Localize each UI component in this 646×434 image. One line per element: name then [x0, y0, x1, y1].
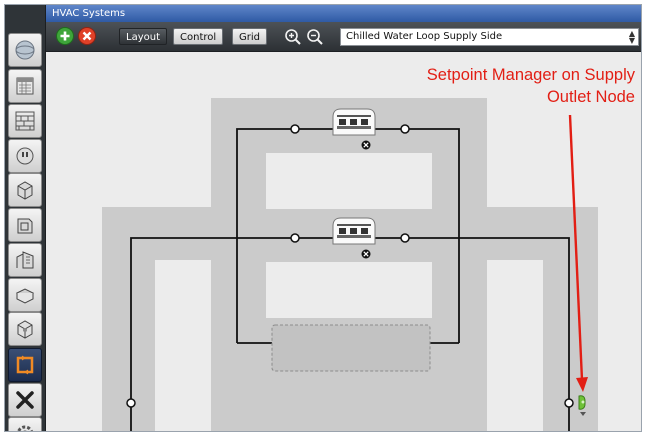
- sidebar-item-loads[interactable]: [8, 139, 42, 173]
- remove-x-icon[interactable]: [361, 249, 371, 259]
- box-icon: [15, 288, 35, 304]
- sidebar-item-hvac-systems[interactable]: [8, 348, 42, 382]
- sidebar-item-constructions[interactable]: [8, 104, 42, 138]
- supply-outlet-node[interactable]: [564, 398, 574, 408]
- annotation-line-2: Outlet Node: [546, 88, 635, 106]
- window-title: HVAC Systems: [46, 5, 641, 22]
- building-icon: [16, 251, 34, 269]
- plus-icon: [56, 27, 74, 45]
- sidebar-item-building-summary[interactable]: [8, 383, 42, 417]
- sidebar-item-spaces[interactable]: [8, 278, 42, 312]
- calendar-icon: [16, 77, 34, 95]
- node-2[interactable]: [400, 124, 410, 134]
- add-component-button[interactable]: [56, 27, 74, 45]
- tab-grid[interactable]: Grid: [232, 28, 267, 45]
- sidebar-item-space-types[interactable]: [8, 173, 42, 207]
- empty-drop-zone[interactable]: [271, 324, 431, 372]
- zoom-out-button[interactable]: [306, 28, 324, 46]
- bricks-icon: [15, 111, 35, 131]
- app-window: HVAC Systems Layout Control Grid Chilled…: [4, 4, 642, 432]
- tools-icon: [16, 391, 34, 409]
- sidebar-item-simulation-settings[interactable]: [8, 417, 42, 431]
- hvac-loop-icon: [16, 355, 34, 375]
- loop-select[interactable]: Chilled Water Loop Supply Side ▲ ▼: [340, 28, 639, 46]
- zoom-out-icon: [307, 29, 323, 45]
- sidebar-item-thermal-zones[interactable]: [8, 312, 42, 346]
- toolbar: Layout Control Grid Chilled Water Loop S…: [46, 22, 641, 52]
- node-3[interactable]: [290, 233, 300, 243]
- annotation-line-1: Setpoint Manager on Supply: [426, 66, 635, 84]
- cube-icon: [17, 181, 33, 200]
- sidebar-item-schedules[interactable]: [8, 69, 42, 103]
- remove-component-button[interactable]: [78, 27, 96, 45]
- zoom-in-button[interactable]: [284, 28, 302, 46]
- loop-diagram-canvas: Setpoint Manager on Supply Outlet Node: [46, 52, 641, 431]
- plug-icon: [16, 147, 34, 165]
- x-icon: [78, 27, 96, 45]
- node-1[interactable]: [290, 124, 300, 134]
- zoom-in-icon: [285, 29, 301, 45]
- tab-control[interactable]: Control: [173, 28, 224, 45]
- sidebar-item-geometry[interactable]: [8, 208, 42, 242]
- sidebar-item-site[interactable]: [8, 33, 42, 67]
- building-cube-icon: [17, 218, 33, 234]
- select-arrows-icon: ▲ ▼: [628, 29, 635, 45]
- annotation-text: Setpoint Manager on Supply Outlet Node: [427, 64, 635, 108]
- tab-layout[interactable]: Layout: [119, 28, 167, 45]
- remove-x-icon[interactable]: [361, 140, 371, 150]
- sidebar-item-facility[interactable]: [8, 243, 42, 277]
- sidebar: [5, 5, 46, 431]
- loop-select-value: Chilled Water Loop Supply Side: [346, 31, 503, 42]
- loop-diagram: [102, 98, 598, 431]
- node-4[interactable]: [400, 233, 410, 243]
- zone-cube-icon: [17, 320, 33, 339]
- globe-icon: [15, 40, 35, 60]
- node-5[interactable]: [126, 398, 136, 408]
- gear-icon: [17, 425, 33, 431]
